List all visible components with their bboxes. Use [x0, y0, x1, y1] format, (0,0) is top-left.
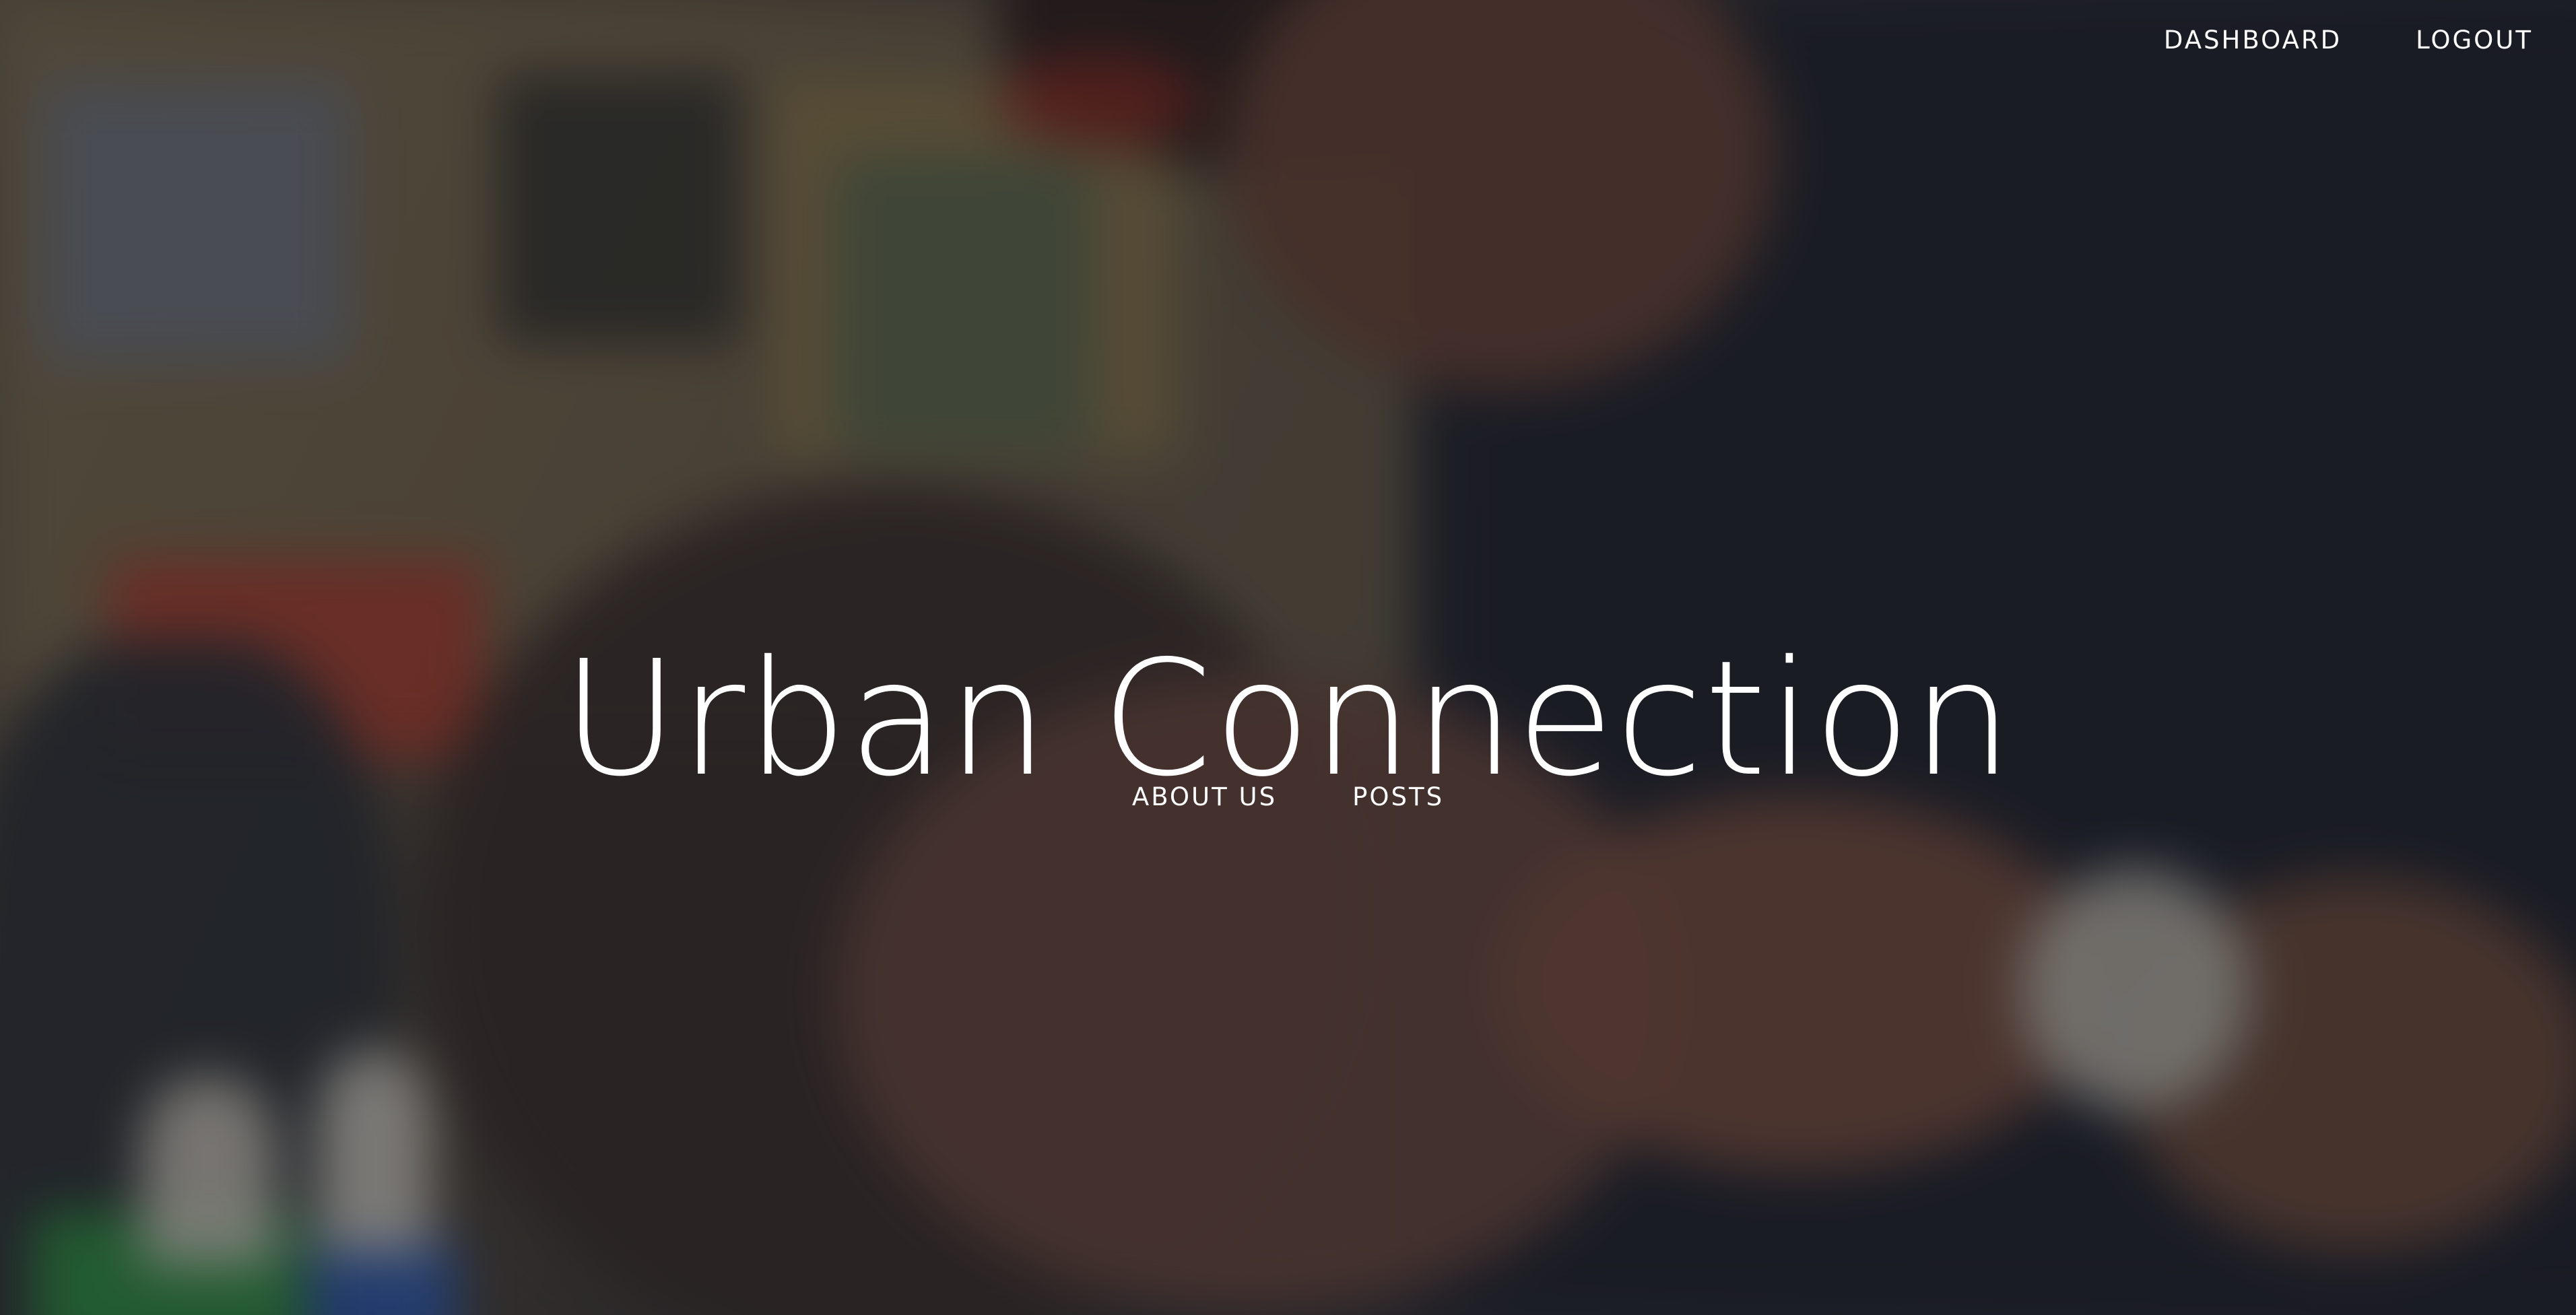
- top-nav: DASHBOARD LOGOUT: [2164, 26, 2533, 55]
- nav-posts-link[interactable]: POSTS: [1352, 782, 1444, 811]
- hero-section: DASHBOARD LOGOUT Urban Connection ABOUT …: [0, 0, 2576, 1315]
- nav-dashboard-link[interactable]: DASHBOARD: [2164, 26, 2342, 55]
- nav-logout-link[interactable]: LOGOUT: [2416, 26, 2533, 55]
- hero-nav: ABOUT US POSTS: [0, 782, 2576, 811]
- nav-about-us-link[interactable]: ABOUT US: [1132, 782, 1277, 811]
- site-title: Urban Connection: [562, 626, 2014, 812]
